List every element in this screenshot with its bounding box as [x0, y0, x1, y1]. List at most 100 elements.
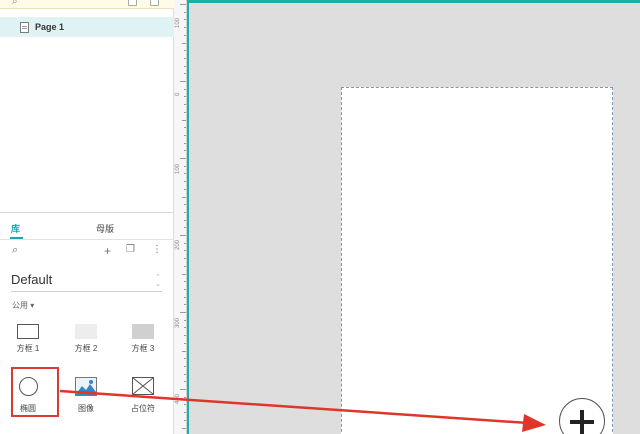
tab-masters[interactable]: 母版 — [96, 222, 114, 235]
ruler-tick — [184, 50, 186, 52]
ruler-tick — [184, 173, 186, 175]
ruler-tick — [184, 142, 186, 144]
tab-library[interactable]: 库 — [11, 222, 20, 235]
ruler-tick — [184, 204, 186, 206]
app-window: ⌕ Page 1 库 母版 ⌕ + ❐ ⋮ Default ⌃ ⌄ 公用 ▾ 方框… — [0, 0, 640, 434]
rectangle-icon — [17, 324, 39, 339]
ruler-label: 100 — [175, 163, 181, 174]
ruler-tick — [182, 273, 186, 275]
placeholder-icon — [132, 377, 154, 395]
active-tab-indicator — [10, 237, 23, 239]
library-tabs: 库 母版 — [0, 213, 174, 240]
ruler-tick — [184, 150, 186, 152]
ruler-tick — [180, 312, 186, 313]
page-label: Page 1 — [35, 22, 65, 32]
widget-label: 占位符 — [131, 404, 155, 413]
ruler-tick — [184, 188, 186, 190]
ruler-tick — [184, 27, 186, 29]
chevron-updown-icon[interactable]: ⌃ ⌄ — [155, 274, 161, 288]
library-toolbar: ⌕ + ❐ ⋮ — [0, 243, 174, 263]
ruler-tick — [184, 111, 186, 113]
widget-label: 方框 3 — [131, 344, 155, 353]
ruler-tick — [182, 350, 186, 352]
ruler-tick — [184, 73, 186, 75]
ruler-tick — [184, 404, 186, 406]
ruler-tick — [184, 319, 186, 321]
widget-image[interactable]: 图像 — [66, 377, 106, 414]
widget-placeholder[interactable]: 占位符 — [123, 377, 163, 414]
ruler-tick — [184, 211, 186, 213]
library-select[interactable]: Default — [11, 272, 162, 292]
widget-box-1[interactable]: 方框 1 — [8, 324, 48, 354]
ruler-tick — [184, 281, 186, 283]
ruler-tick — [184, 381, 186, 383]
page-item[interactable]: Page 1 — [0, 17, 174, 37]
ruler-tick — [184, 258, 186, 260]
ruler-tick — [184, 165, 186, 167]
ruler-tick — [184, 11, 186, 13]
ruler-tick — [182, 42, 186, 44]
ruler-label: 300 — [175, 317, 181, 328]
artboard[interactable] — [341, 87, 613, 434]
selection-highlight — [11, 367, 59, 417]
rectangle-icon — [132, 324, 154, 339]
more-icon[interactable]: ⋮ — [152, 244, 162, 255]
ruler-tick — [184, 358, 186, 360]
pages-header: ⌕ — [0, 0, 174, 9]
ruler-tick — [184, 327, 186, 329]
left-panel: ⌕ Page 1 库 母版 ⌕ + ❐ ⋮ Default ⌃ ⌄ 公用 ▾ 方框… — [0, 0, 174, 434]
ruler-label: 200 — [175, 239, 181, 250]
ruler-tick — [184, 34, 186, 36]
rectangle-icon — [75, 324, 97, 339]
ruler-tick — [180, 158, 186, 159]
window-icon[interactable]: ❐ — [126, 244, 135, 255]
ruler-label: 100 — [175, 17, 181, 28]
ruler-tick — [182, 427, 186, 429]
ruler-tick — [184, 365, 186, 367]
ruler-tick — [180, 389, 186, 390]
ruler-tick — [184, 412, 186, 414]
image-icon — [75, 377, 97, 396]
ruler-label: 0 — [175, 92, 181, 96]
ruler-tick — [184, 227, 186, 229]
ruler-tick — [184, 65, 186, 67]
ruler-tick — [184, 127, 186, 129]
widget-group-label[interactable]: 公用 ▾ — [12, 300, 34, 311]
ruler-tick — [184, 265, 186, 267]
ruler-tick — [180, 81, 186, 82]
design-canvas[interactable] — [187, 0, 640, 434]
ruler-tick — [184, 288, 186, 290]
ruler-tick — [184, 104, 186, 106]
ruler-tick — [184, 342, 186, 344]
add-page-icon[interactable] — [128, 0, 137, 6]
ruler-tick — [184, 335, 186, 337]
ruler-tick — [184, 134, 186, 136]
ruler-tick — [184, 304, 186, 306]
vertical-ruler: 100 0 100 200 300 400 — [174, 0, 187, 434]
ruler-tick — [180, 235, 186, 236]
ruler-tick — [184, 96, 186, 98]
add-icon[interactable]: + — [104, 244, 111, 258]
ruler-tick — [184, 57, 186, 59]
widget-label: 方框 2 — [74, 344, 98, 353]
ruler-label: 400 — [175, 393, 181, 404]
ruler-tick — [184, 396, 186, 398]
search-icon[interactable]: ⌕ — [12, 244, 18, 257]
widget-box-2[interactable]: 方框 2 — [66, 324, 106, 354]
widget-label: 方框 1 — [16, 344, 40, 353]
ruler-tick — [184, 296, 186, 298]
ruler-tick — [182, 119, 186, 121]
search-icon[interactable]: ⌕ — [12, 0, 18, 7]
ruler-tick — [182, 196, 186, 198]
ruler-tick — [180, 4, 186, 5]
widget-box-3[interactable]: 方框 3 — [123, 324, 163, 354]
ruler-tick — [184, 19, 186, 21]
ruler-tick — [184, 242, 186, 244]
ruler-tick — [184, 181, 186, 183]
ruler-tick — [184, 373, 186, 375]
ruler-tick — [184, 88, 186, 90]
ruler-tick — [184, 250, 186, 252]
ruler-tick — [184, 419, 186, 421]
ruler-tick — [184, 219, 186, 221]
add-folder-icon[interactable] — [150, 0, 159, 6]
